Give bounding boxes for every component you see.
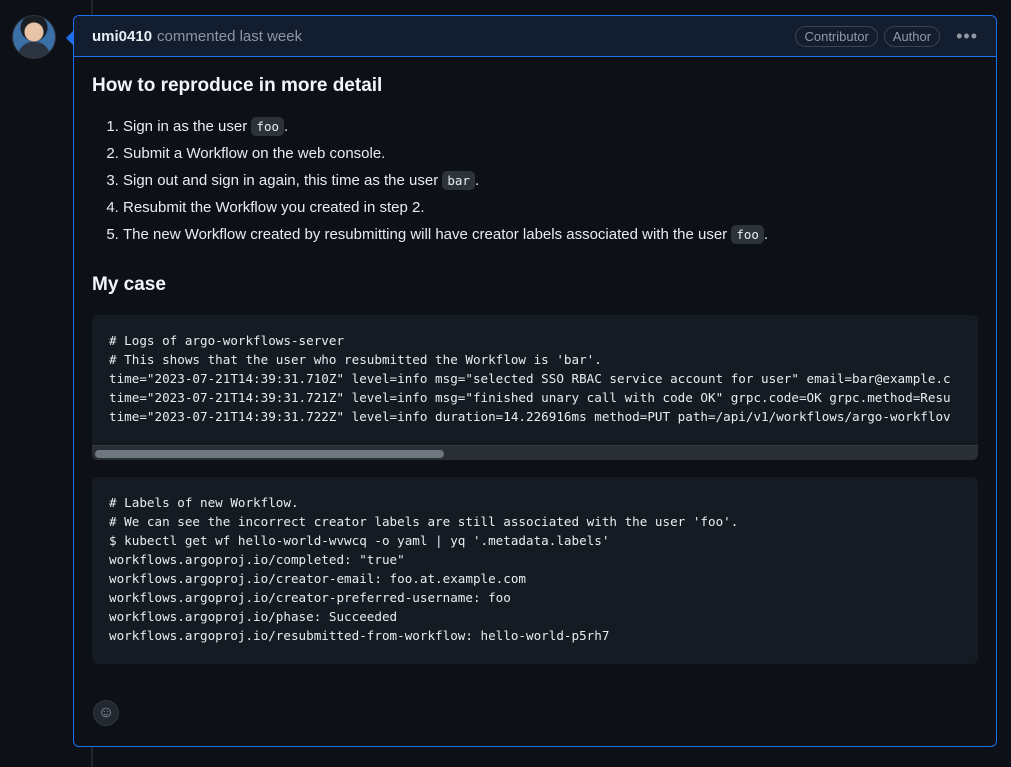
heading-reproduce: How to reproduce in more detail xyxy=(92,75,383,96)
author-badge: Author xyxy=(883,25,941,47)
inline-code: foo xyxy=(251,117,284,136)
horizontal-scrollbar[interactable] xyxy=(92,445,978,460)
comment-box: umi0410 commented last week Contributor … xyxy=(73,15,997,747)
heading-my-case: My case xyxy=(92,274,166,295)
contributor-badge: Contributor xyxy=(795,25,878,47)
comment-timestamp[interactable]: commented last week xyxy=(157,28,302,45)
list-item: Submit a Workflow on the web console. xyxy=(123,140,978,167)
code-line: workflows.argoproj.io/creator-email: foo… xyxy=(109,571,527,586)
list-item: Sign in as the user foo. xyxy=(123,113,978,140)
inline-code: foo xyxy=(731,225,764,244)
code-line: $ kubectl get wf hello-world-wvwcq -o ya… xyxy=(109,533,610,548)
author-link[interactable]: umi0410 xyxy=(92,28,152,45)
list-item: The new Workflow created by resubmitting… xyxy=(123,221,978,248)
kebab-horizontal-icon[interactable]: ••• xyxy=(956,26,978,47)
avatar[interactable] xyxy=(12,15,56,59)
code-line: workflows.argoproj.io/phase: Succeeded xyxy=(109,609,398,624)
code-line: # This shows that the user who resubmitt… xyxy=(109,352,602,367)
inline-code: bar xyxy=(442,171,475,190)
code-block-labels[interactable]: # Labels of new Workflow. # We can see th… xyxy=(92,477,978,664)
smiley-icon: ☺ xyxy=(97,704,115,721)
comment-body: How to reproduce in more detail Sign in … xyxy=(74,75,996,664)
code-line: # Logs of argo-workflows-server xyxy=(109,333,345,348)
steps-list: Sign in as the user foo. Submit a Workfl… xyxy=(92,113,978,248)
code-line: time="2023-07-21T14:39:31.710Z" level=in… xyxy=(109,371,951,386)
code-line: workflows.argoproj.io/resubmitted-from-w… xyxy=(109,628,610,643)
comment-header: umi0410 commented last week Contributor … xyxy=(74,16,996,57)
add-reaction-button[interactable]: ☺ xyxy=(93,700,119,726)
code-line: workflows.argoproj.io/creator-preferred-… xyxy=(109,590,511,605)
code-line: time="2023-07-21T14:39:31.721Z" level=in… xyxy=(109,390,951,405)
scrollbar-thumb[interactable] xyxy=(95,450,444,458)
code-line: workflows.argoproj.io/completed: "true" xyxy=(109,552,405,567)
code-block-logs[interactable]: # Logs of argo-workflows-server # This sh… xyxy=(92,315,978,460)
code-line: # We can see the incorrect creator label… xyxy=(109,514,739,529)
code-line: time="2023-07-21T14:39:31.722Z" level=in… xyxy=(109,409,951,424)
list-item: Sign out and sign in again, this time as… xyxy=(123,167,978,194)
list-item: Resubmit the Workflow you created in ste… xyxy=(123,194,978,221)
header-actions: Contributor Author ••• xyxy=(795,25,978,47)
code-line: # Labels of new Workflow. xyxy=(109,495,299,510)
